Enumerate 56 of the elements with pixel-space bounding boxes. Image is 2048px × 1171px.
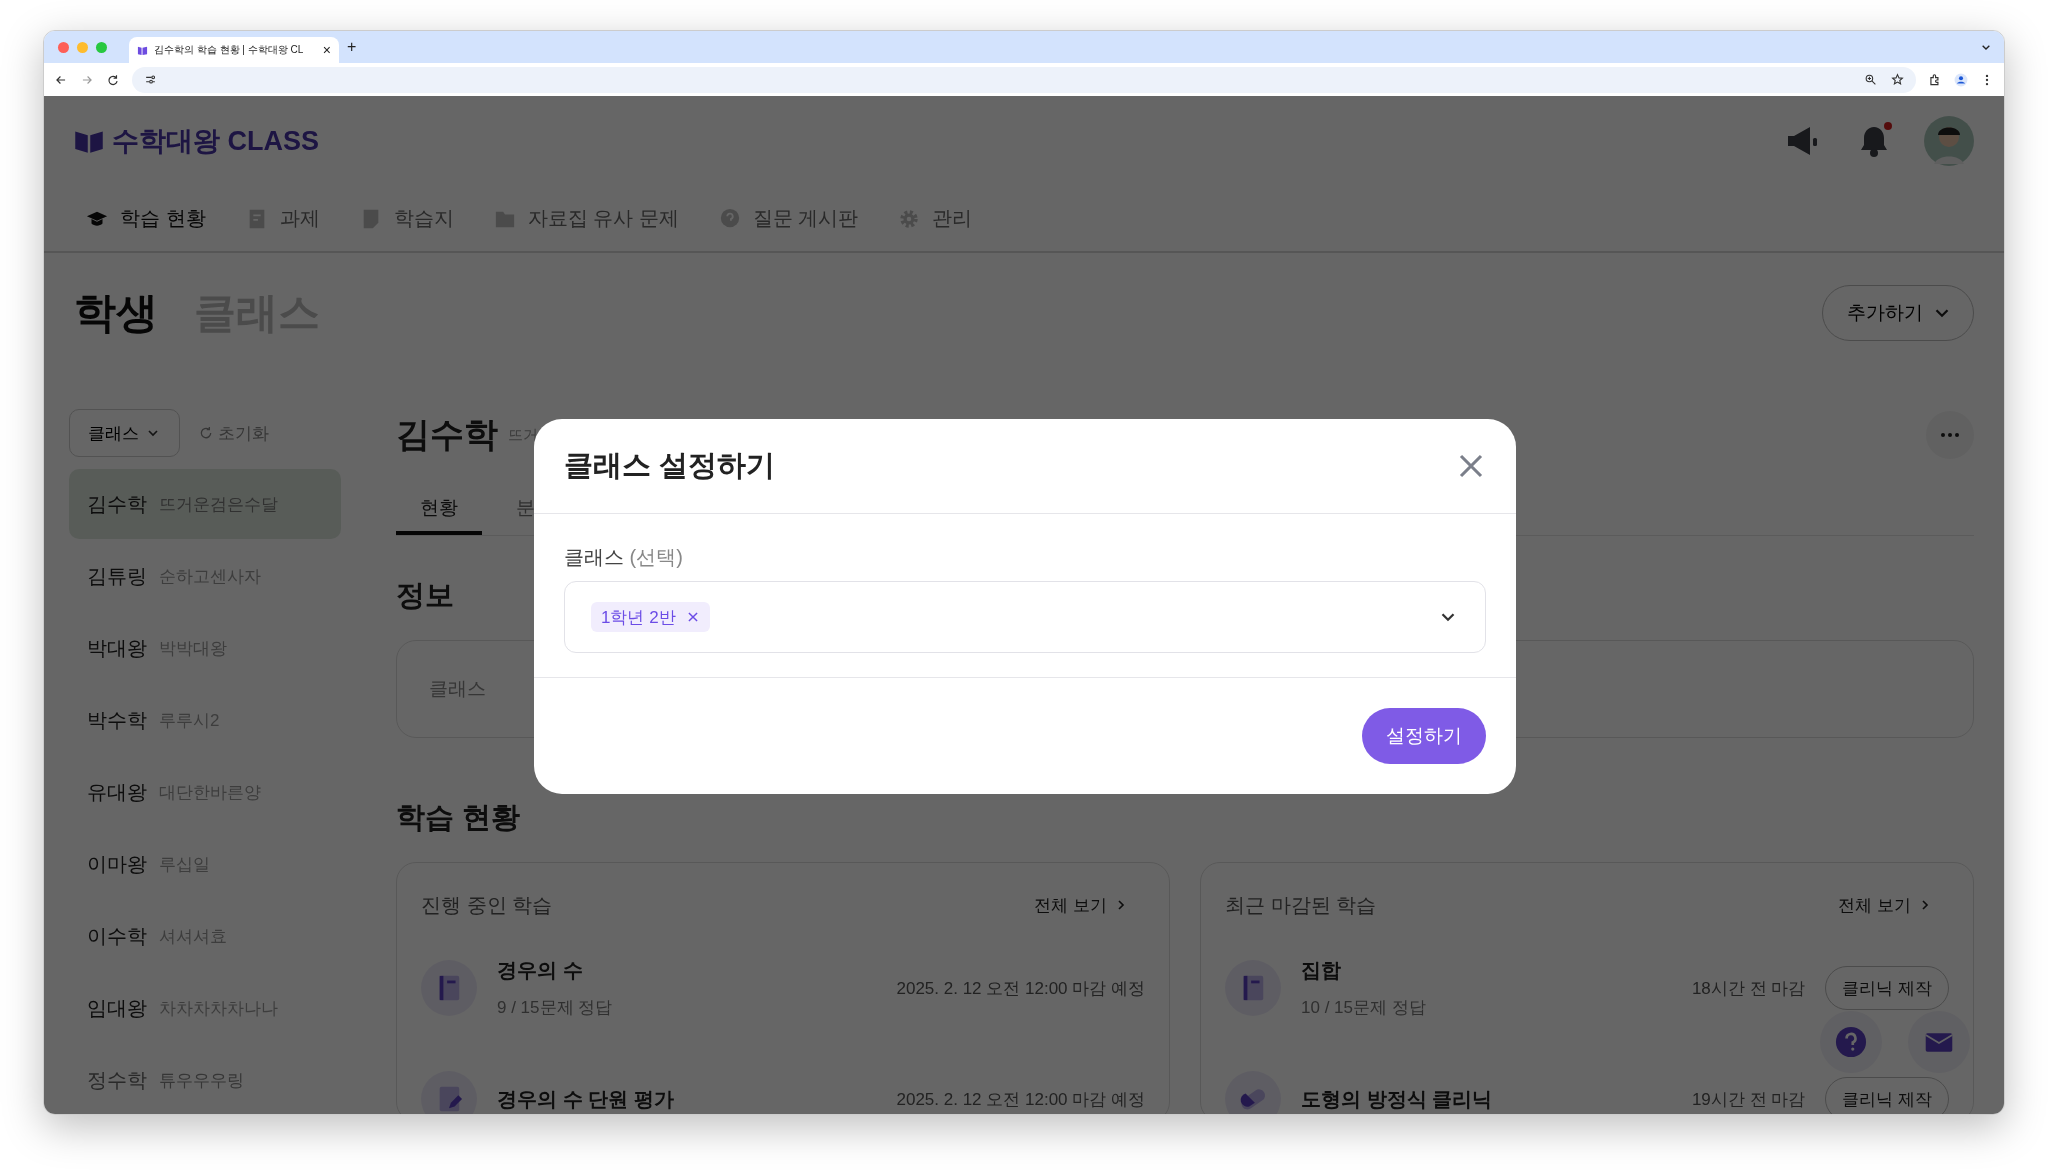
avatar-icon[interactable]	[1924, 116, 1974, 166]
tab[interactable]: 현황	[396, 485, 482, 535]
learning-title[interactable]: 집합	[1301, 957, 1426, 984]
mail-icon[interactable]	[1908, 1011, 1970, 1073]
pill-icon	[1225, 1071, 1281, 1114]
card-title: 진행 중인 학습	[421, 892, 553, 918]
nav-tab[interactable]: 학습지	[359, 205, 454, 232]
nav-tab[interactable]: 관리	[898, 205, 973, 232]
nav-tab[interactable]: 과제	[245, 205, 320, 232]
tab-title: 김수학의 학습 현황 | 수학대왕 CL	[154, 43, 305, 57]
browser-tab[interactable]: 김수학의 학습 현황 | 수학대왕 CL ×	[129, 37, 339, 63]
dialog-title: 클래스 설정하기	[564, 448, 776, 483]
clinic-button[interactable]: 클리닉 제작	[1825, 966, 1949, 1010]
card-title: 최근 마감된 학습	[1225, 892, 1377, 918]
nav-tab[interactable]: 질문 게시판	[718, 205, 859, 232]
remove-tag-icon[interactable]	[685, 610, 700, 624]
learning-title[interactable]: 경우의 수	[497, 957, 613, 984]
class-tag: 1학년 2반	[591, 602, 710, 632]
more-icon	[1940, 432, 1960, 438]
submit-button[interactable]: 설정하기	[1362, 708, 1486, 764]
view-all-link[interactable]: 전체 보기	[1838, 893, 1933, 917]
star-icon[interactable]	[1891, 73, 1904, 86]
close-tab-button[interactable]: ×	[322, 42, 331, 58]
book-icon	[1225, 960, 1281, 1016]
reload-icon[interactable]	[106, 72, 120, 87]
page-tab[interactable]: 학생	[74, 285, 158, 341]
site-settings-icon[interactable]	[144, 73, 157, 86]
clinic-button[interactable]: 클리닉 제작	[1825, 1077, 1949, 1114]
nav-tab[interactable]: 자료집 유사 문제	[493, 205, 679, 232]
view-all-link[interactable]: 전체 보기	[1034, 893, 1129, 917]
learning-title[interactable]: 도형의 방정식 클리닉	[1301, 1085, 1493, 1113]
pencil-icon	[421, 1071, 477, 1114]
class-filter-dropdown[interactable]: 클래스	[69, 409, 180, 457]
extensions-icon[interactable]	[1928, 72, 1942, 87]
logo[interactable]: 수학대왕 CLASS	[112, 123, 319, 159]
nav-tab[interactable]: 학습 현황	[86, 205, 206, 232]
book-icon	[421, 960, 477, 1016]
student-name: 김수학	[396, 414, 498, 455]
learning-title[interactable]: 경우의 수 단원 평가	[497, 1085, 674, 1113]
add-button[interactable]: 추가하기	[1822, 285, 1974, 341]
deadline-text: 2025. 2. 12 오전 12:00 마감 예정	[896, 977, 1145, 1000]
help-icon[interactable]	[1820, 1011, 1882, 1073]
class-select-field[interactable]: 1학년 2반	[564, 581, 1486, 653]
deadline-text: 19시간 전 마감	[1691, 1088, 1806, 1111]
zoom-icon[interactable]	[1864, 73, 1877, 86]
question-icon	[718, 207, 741, 230]
section-title: 정보	[396, 578, 455, 613]
deadline-text: 18시간 전 마감	[1691, 977, 1806, 1000]
section-title: 학습 현황	[396, 800, 522, 835]
deadline-text: 2025. 2. 12 오전 12:00 마감 예정	[896, 1088, 1145, 1111]
field-label: 클래스 (선택)	[564, 545, 684, 570]
settings-icon	[898, 207, 921, 230]
book-icon	[137, 44, 148, 56]
profile-icon[interactable]	[1954, 72, 1968, 87]
new-tab-button[interactable]: +	[347, 38, 357, 56]
reset-icon	[198, 425, 214, 441]
